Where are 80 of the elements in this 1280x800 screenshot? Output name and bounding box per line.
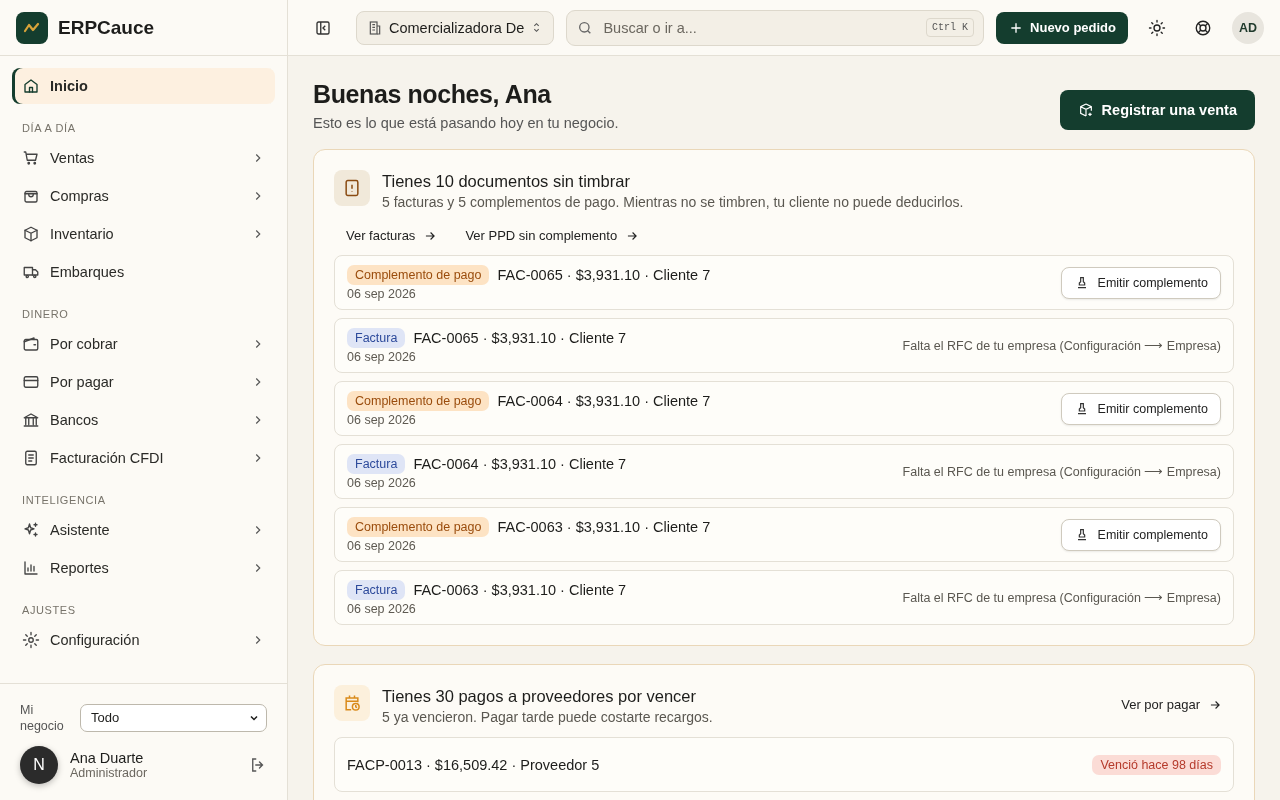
user-role: Administrador <box>70 766 149 780</box>
status-note: Falta el RFC de tu empresa (Configuración ⟶ Empresa) <box>902 464 1221 479</box>
document-title: FAC-0063 · $3,931.10 · Cliente 7 <box>413 581 627 598</box>
warning-document-icon <box>342 178 362 198</box>
view-link[interactable]: Ver por pagar <box>1121 697 1222 712</box>
card-subtitle: 5 facturas y 5 complementos de pago. Mientras no se timbren, tu cliente no puede deducirlos. <box>382 194 965 210</box>
document-date: 06 sep 2026 <box>347 349 417 364</box>
greeting-heading: Buenas noches, Ana <box>313 80 553 109</box>
app-name: ERPCauce <box>58 16 155 39</box>
document-icon <box>22 449 40 467</box>
document-date: 06 sep 2026 <box>347 475 417 490</box>
view-link[interactable]: Ver PPD sin complemento <box>465 228 640 243</box>
calendar-clock-icon <box>342 693 362 713</box>
card-subtitle: 5 ya vencieron. Pagar tarde puede costarte recargos. <box>382 709 714 725</box>
view-link[interactable]: Ver facturas <box>346 228 438 243</box>
box-icon <box>22 225 40 243</box>
sparkles-icon <box>22 521 40 539</box>
nav-item[interactable]: Por cobrar <box>12 326 275 362</box>
nav-item[interactable]: Configuración <box>12 622 275 658</box>
document-title: FACP-0013 · $16,509.42 · Proveedor 5 <box>347 756 600 773</box>
nav-item[interactable]: Asistente <box>12 512 275 548</box>
section-heading: INTELIGENCIA <box>21 493 107 508</box>
nav-item[interactable]: Reportes <box>12 550 275 586</box>
nav-item[interactable]: Facturación CFDI <box>12 440 275 476</box>
document-title: FAC-0063 · $3,931.10 · Cliente 7 <box>497 518 711 535</box>
wallet-icon <box>22 335 40 353</box>
credit-card-icon <box>22 373 40 391</box>
new-order-button[interactable]: Nuevo pedido <box>996 11 1128 44</box>
nav-item[interactable]: Inventario <box>12 216 275 252</box>
building-icon <box>367 19 383 36</box>
document-date: 06 sep 2026 <box>347 538 417 553</box>
bar-chart-icon <box>22 559 40 577</box>
section-heading: DINERO <box>21 307 70 322</box>
user-avatar[interactable]: AD <box>1232 11 1264 44</box>
help-icon[interactable] <box>1194 18 1212 37</box>
document-tag: Complemento de pago <box>347 390 490 411</box>
nav-item[interactable]: Bancos <box>12 402 275 438</box>
nav-item[interactable]: Ventas <box>12 140 275 176</box>
document-title: FAC-0065 · $3,931.10 · Cliente 7 <box>413 329 627 346</box>
nav-item[interactable]: Compras <box>12 178 275 214</box>
nav-item[interactable]: Inicio <box>12 68 275 104</box>
user-name: Ana Duarte <box>70 750 145 766</box>
sidebar-toggle-icon[interactable] <box>314 18 332 37</box>
package-plus-icon <box>1077 102 1094 118</box>
document-title: FAC-0065 · $3,931.10 · Cliente 7 <box>497 266 711 283</box>
settings-icon <box>22 631 40 649</box>
status-note: Falta el RFC de tu empresa (Configuración ⟶ Empresa) <box>902 338 1221 353</box>
section-heading: AJUSTES <box>21 603 77 618</box>
nav-item[interactable]: Por pagar <box>12 364 275 400</box>
card-title: Tienes 10 documentos sin timbrar <box>382 172 631 191</box>
emit-button[interactable]: Emitir complemento <box>1060 266 1221 299</box>
emit-button[interactable]: Emitir complemento <box>1060 518 1221 551</box>
card-title: Tienes 30 pagos a proveedores por vencer <box>382 687 697 706</box>
emit-button[interactable]: Emitir complemento <box>1060 392 1221 425</box>
document-title: FAC-0064 · $3,931.10 · Cliente 7 <box>497 392 711 409</box>
document-tag: Factura <box>347 453 406 474</box>
overdue-tag: Venció hace 98 días <box>1092 754 1221 775</box>
user-avatar[interactable]: N <box>20 746 58 784</box>
logo-icon <box>16 11 48 44</box>
business-select[interactable]: Todo <box>80 703 267 732</box>
shortcut-hint: Ctrl K <box>926 17 975 37</box>
document-tag: Factura <box>347 327 406 348</box>
greeting-subtitle: Esto es lo que está pasando hoy en tu negocio. <box>313 115 619 131</box>
document-tag: Factura <box>347 579 406 600</box>
status-note: Falta el RFC de tu empresa (Configuración ⟶ Empresa) <box>902 590 1221 605</box>
document-tag: Complemento de pago <box>347 516 490 537</box>
document-date: 06 sep 2026 <box>347 286 417 301</box>
home-icon <box>22 77 40 95</box>
theme-icon[interactable] <box>1148 18 1166 37</box>
document-date: 06 sep 2026 <box>347 412 417 427</box>
bank-icon <box>22 411 40 429</box>
document-title: FAC-0064 · $3,931.10 · Cliente 7 <box>413 455 627 472</box>
document-date: 06 sep 2026 <box>347 601 417 616</box>
section-heading: DÍA A DÍA <box>21 121 77 136</box>
cart-icon <box>22 149 40 167</box>
document-tag: Complemento de pago <box>347 264 490 285</box>
nav-item[interactable]: Embarques <box>12 254 275 290</box>
register-sale-button[interactable]: Registrar una venta <box>1059 90 1255 130</box>
business-label: Mi negocio <box>20 701 65 734</box>
company-selector[interactable]: Comercializadora De <box>356 10 555 45</box>
